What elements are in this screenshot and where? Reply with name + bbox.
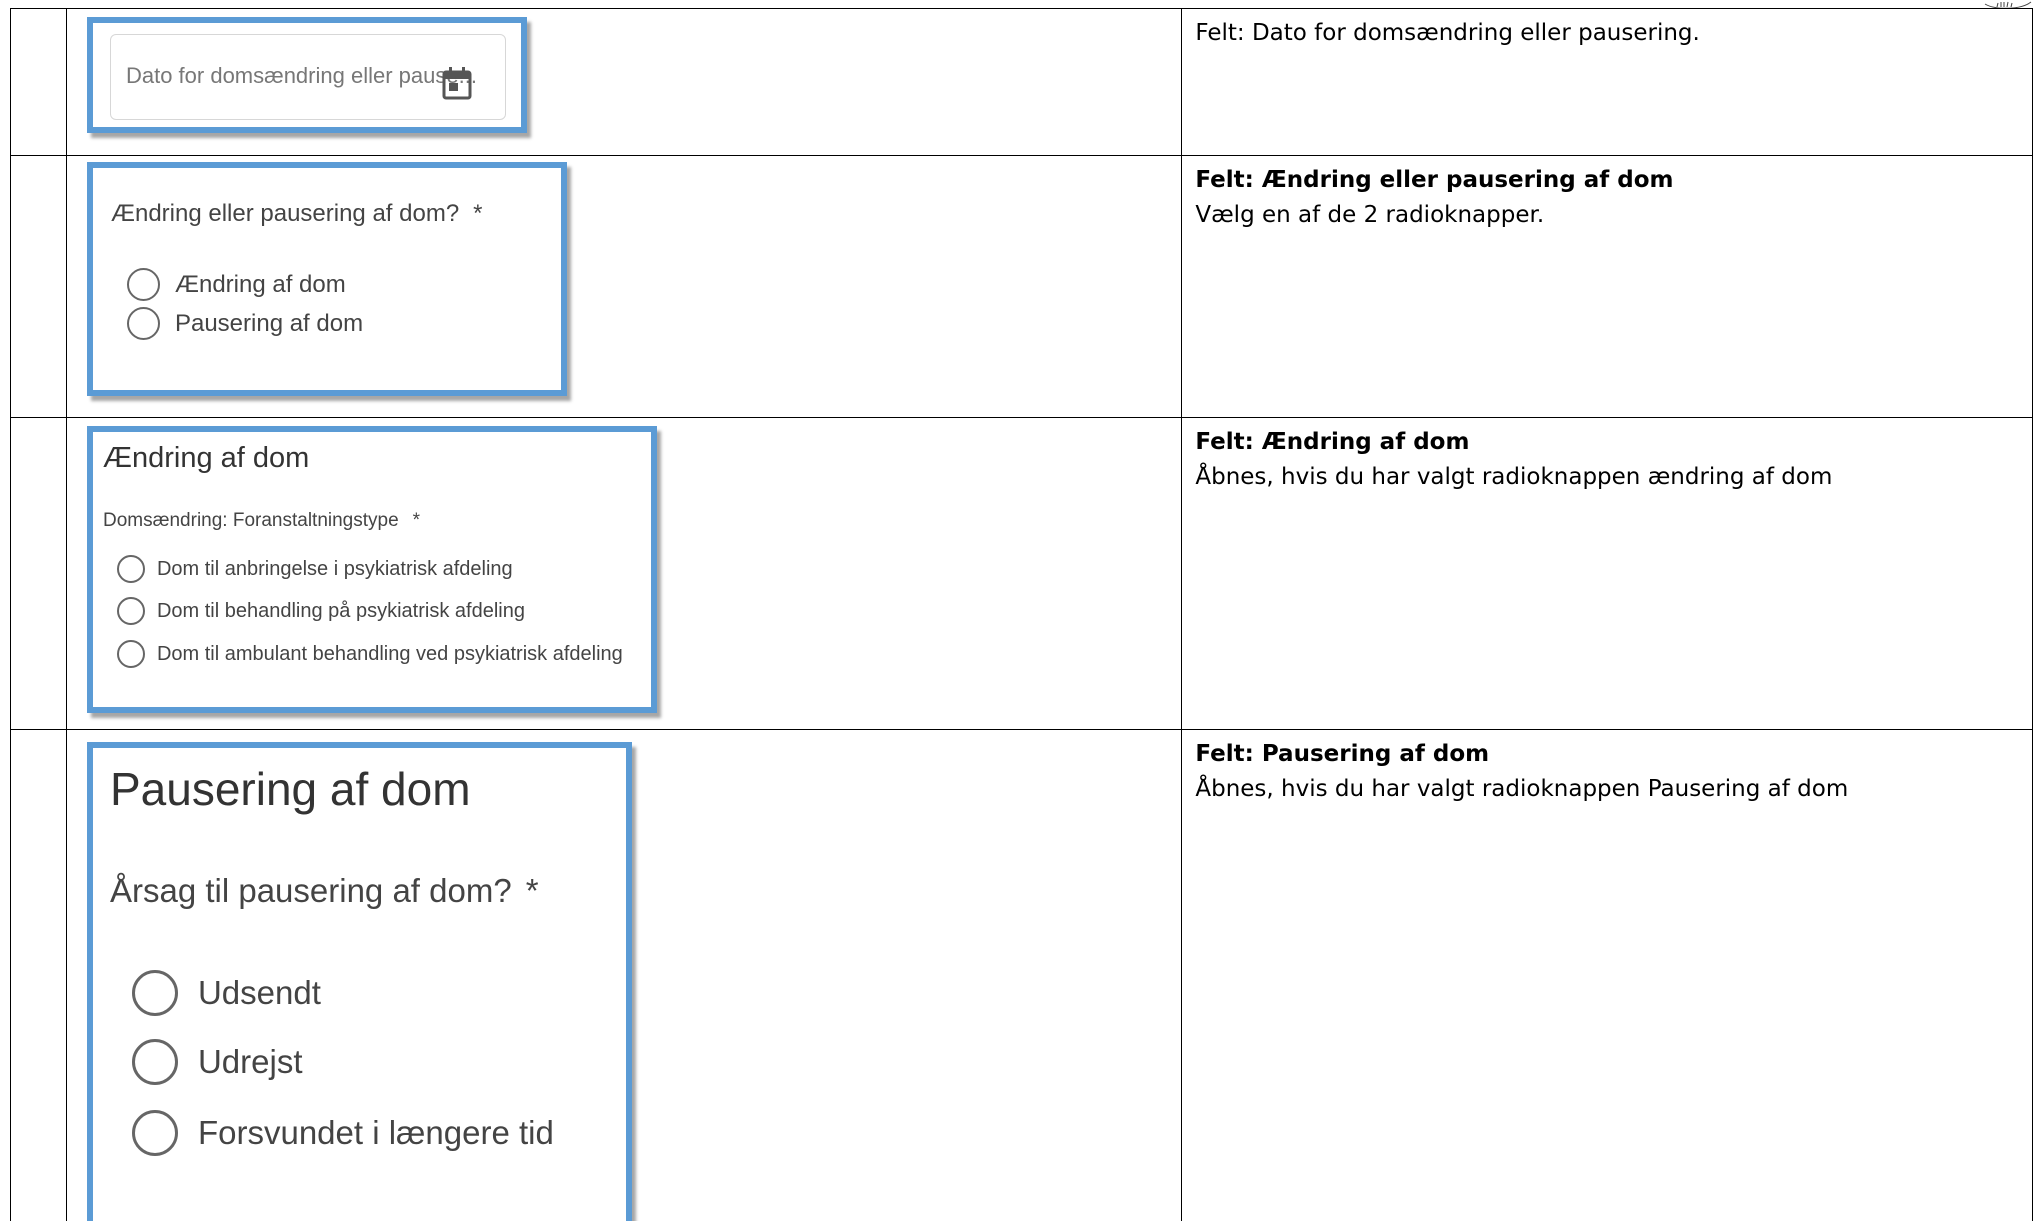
radio-label: Dom til anbringelse i psykiatrisk afdeli… bbox=[156, 557, 513, 580]
radio-option-aendring[interactable]: Ændring af dom bbox=[126, 268, 346, 301]
radio-button[interactable] bbox=[126, 268, 160, 301]
section-title: Pausering af dom bbox=[109, 763, 471, 815]
radio-label: Udsendt bbox=[197, 974, 321, 1011]
description-cell: Felt: Ændring af dom Åbnes, hvis du har … bbox=[1181, 417, 2033, 730]
screenshot-cell: Ændring eller pausering af dom? * Ændring… bbox=[65, 155, 1183, 418]
screenshot-cell: Pausering af dom Årsag til pausering af … bbox=[65, 729, 1183, 1221]
screenshot-cell: Dato for domsændring eller pause... bbox=[65, 8, 1183, 156]
change-or-pause-panel: Ændring eller pausering af dom? * Ændring… bbox=[86, 162, 567, 396]
radio-label: Dom til behandling på psykiatrisk afdeli… bbox=[156, 599, 525, 622]
required-mark: * bbox=[473, 200, 483, 227]
pausering-af-dom-panel: Pausering af dom Årsag til pausering af … bbox=[86, 742, 632, 1221]
table-row: Pausering af dom Årsag til pausering af … bbox=[10, 729, 2033, 1221]
radio-button[interactable] bbox=[116, 597, 145, 625]
radio-button[interactable] bbox=[126, 307, 160, 340]
field-heading: Felt: Pausering af dom bbox=[1195, 741, 1490, 767]
table-row: Dato for domsændring eller pause... Felt… bbox=[10, 8, 2033, 156]
radio-label: Udrejst bbox=[197, 1043, 303, 1080]
radio-option-udsendt[interactable]: Udsendt bbox=[131, 970, 321, 1016]
radio-option-anbringelse[interactable]: Dom til anbringelse i psykiatrisk afdeli… bbox=[116, 555, 513, 583]
field-heading: Felt: Ændring eller pausering af dom bbox=[1195, 167, 1674, 193]
radio-option-forsvundet[interactable]: Forsvundet i længere tid bbox=[131, 1110, 554, 1156]
question-label: Ændring eller pausering af dom? * bbox=[110, 200, 483, 227]
question-label: Årsag til pausering af dom? * bbox=[109, 872, 539, 909]
calendar-icon[interactable] bbox=[442, 66, 472, 100]
table-row: Ændring eller pausering af dom? * Ændring… bbox=[10, 155, 2033, 418]
radio-button[interactable] bbox=[116, 555, 145, 583]
field-description: Felt: Dato for domsændring eller pauseri… bbox=[1195, 20, 1700, 46]
radio-option-udrejst[interactable]: Udrejst bbox=[131, 1039, 303, 1085]
corner-decoration bbox=[1983, 0, 2033, 8]
field-description: Vælg en af de 2 radioknapper. bbox=[1195, 202, 1545, 228]
field-description: Åbnes, hvis du har valgt radioknappen Pa… bbox=[1195, 776, 1849, 802]
radio-option-pausering[interactable]: Pausering af dom bbox=[126, 307, 364, 340]
field-heading: Felt: Ændring af dom bbox=[1195, 429, 1470, 455]
radio-button[interactable] bbox=[131, 1039, 178, 1085]
description-cell: Felt: Pausering af dom Åbnes, hvis du ha… bbox=[1181, 729, 2033, 1221]
date-input[interactable]: Dato for domsændring eller pause... bbox=[109, 34, 506, 120]
required-mark: * bbox=[525, 872, 539, 909]
table-row: Ændring af dom Domsændring: Foranstaltni… bbox=[10, 417, 2033, 730]
required-mark: * bbox=[412, 510, 421, 531]
radio-button[interactable] bbox=[131, 970, 178, 1016]
description-cell: Felt: Dato for domsændring eller pauseri… bbox=[1181, 8, 2033, 156]
radio-option-behandling[interactable]: Dom til behandling på psykiatrisk afdeli… bbox=[116, 597, 525, 625]
radio-button[interactable] bbox=[116, 640, 145, 668]
radio-button[interactable] bbox=[131, 1110, 178, 1156]
instruction-table: Dato for domsændring eller pause... Felt… bbox=[10, 8, 2033, 1221]
date-placeholder: Dato for domsændring eller pause... bbox=[125, 63, 477, 88]
radio-label: Pausering af dom bbox=[174, 309, 364, 337]
index-cell bbox=[10, 729, 67, 1221]
index-cell bbox=[10, 8, 67, 156]
radio-label: Dom til ambulant behandling ved psykiatr… bbox=[156, 642, 623, 665]
question-label: Domsændring: Foranstaltningstype * bbox=[102, 510, 421, 531]
radio-label: Ændring af dom bbox=[174, 270, 346, 298]
aendring-af-dom-panel: Ændring af dom Domsændring: Foranstaltni… bbox=[86, 426, 657, 713]
date-field-panel: Dato for domsændring eller pause... bbox=[86, 17, 527, 133]
index-cell bbox=[10, 417, 67, 730]
screenshot-cell: Ændring af dom Domsændring: Foranstaltni… bbox=[65, 417, 1183, 730]
section-title: Ændring af dom bbox=[102, 442, 310, 474]
index-cell bbox=[10, 155, 67, 418]
description-cell: Felt: Ændring eller pausering af dom Væl… bbox=[1181, 155, 2033, 418]
field-description: Åbnes, hvis du har valgt radioknappen æn… bbox=[1195, 464, 1833, 490]
radio-label: Forsvundet i længere tid bbox=[197, 1114, 554, 1151]
radio-option-ambulant[interactable]: Dom til ambulant behandling ved psykiatr… bbox=[116, 640, 623, 668]
